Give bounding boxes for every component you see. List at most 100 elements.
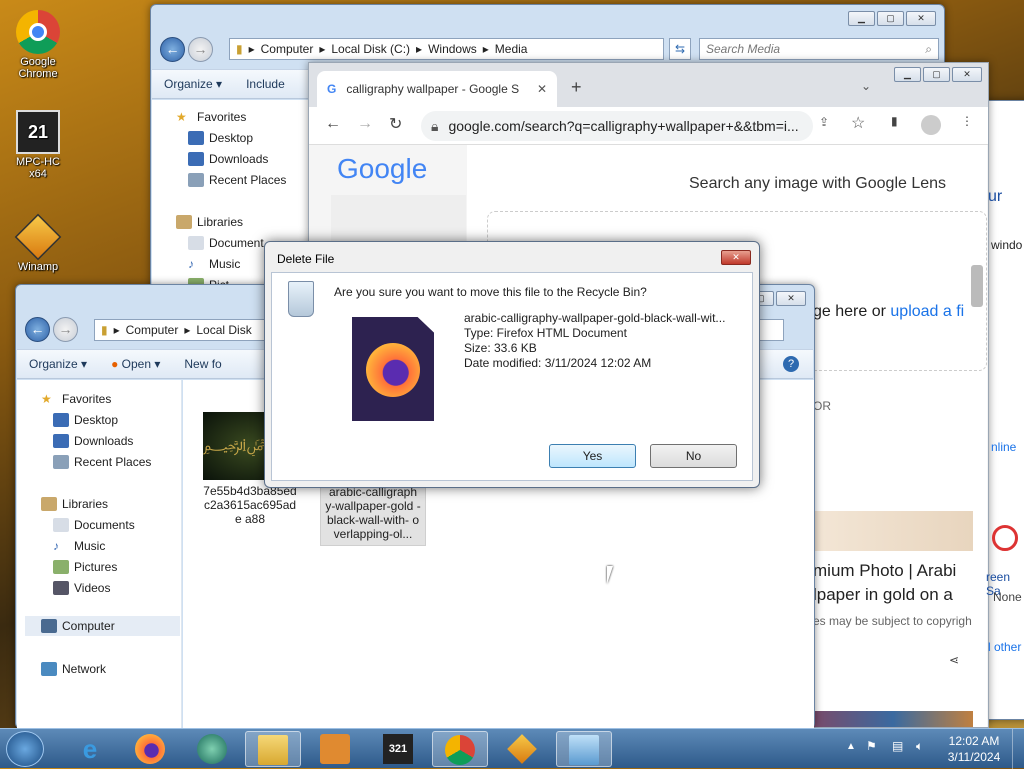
share-icon[interactable]: ⇪ [819, 115, 829, 129]
chevron-right-icon: ▸ [184, 323, 191, 337]
bookmark-star-icon[interactable]: ☆ [851, 113, 865, 133]
nav-libraries[interactable]: Libraries [41, 497, 108, 511]
back-button[interactable]: ← [25, 317, 50, 342]
new-tab-button[interactable]: + [571, 77, 582, 98]
taskbar-mpc-hc[interactable]: 321 [370, 731, 426, 767]
tab-close-icon[interactable]: ✕ [537, 82, 547, 96]
scrollbar[interactable] [971, 265, 983, 307]
or-divider: OR [813, 399, 831, 413]
organize-button[interactable]: Organize ▾ [17, 357, 99, 371]
close-button[interactable]: ✕ [776, 291, 806, 306]
libraries-icon [41, 497, 57, 511]
address-bar[interactable]: ▮ ▸ Computer ▸ Local Disk (C:) ▸ Windows… [229, 38, 664, 60]
result-title[interactable]: mium Photo | Arabi lpaper in gold on a [813, 559, 956, 607]
computer-icon [41, 619, 57, 633]
chrome-tab[interactable]: G calligraphy wallpaper - Google S ✕ [317, 71, 557, 107]
desktop-icon-chrome[interactable]: Google Chrome [6, 10, 70, 80]
start-button[interactable] [6, 731, 44, 767]
nav-documents[interactable]: Documents [53, 518, 135, 532]
clock[interactable]: 12:02 AM 3/11/2024 [944, 733, 1004, 765]
side-panel-icon[interactable]: ▮ [891, 114, 898, 128]
clock-date: 3/11/2024 [947, 750, 1001, 764]
forward-button[interactable]: → [53, 317, 78, 342]
menu-kebab-icon[interactable]: ⋮ [961, 114, 973, 128]
maximize-button[interactable]: ▢ [877, 11, 904, 26]
nav-downloads[interactable]: Downloads [188, 152, 268, 166]
reload-icon[interactable]: ↻ [389, 114, 402, 134]
organize-button[interactable]: Organize ▾ [152, 77, 234, 91]
result-image[interactable] [813, 511, 973, 551]
open-button[interactable]: ● Open ▾ [99, 357, 172, 371]
nav-videos[interactable]: Videos [53, 581, 110, 595]
nav-music[interactable]: ♪ Music [53, 539, 105, 553]
taskbar-winamp[interactable] [494, 731, 550, 767]
forward-button[interactable]: → [188, 37, 213, 62]
yes-button[interactable]: Yes [549, 444, 636, 468]
taskbar: e 321 ▲ ⚑ ▤ 🔈︎ 12:02 AM 3/11/2024 [0, 728, 1024, 769]
volume-muted-icon[interactable]: 🔈︎ [916, 739, 923, 754]
no-button[interactable]: No [650, 444, 737, 468]
desktop-icon-winamp[interactable]: Winamp [6, 213, 70, 273]
back-button[interactable]: ← [160, 37, 185, 62]
chrome-close-button[interactable]: ✕ [952, 67, 982, 82]
result-image-2[interactable] [813, 711, 973, 727]
share-result-icon[interactable]: ⋖ [949, 653, 959, 667]
tab-search-button[interactable]: ⌄ [861, 79, 871, 93]
file-info-type: Type: Firefox HTML Document [464, 326, 627, 340]
breadcrumb-windows[interactable]: Windows [428, 42, 477, 56]
dialog-close-button[interactable]: ✕ [721, 250, 751, 265]
taskbar-firefox[interactable] [122, 731, 178, 767]
nav-favorites[interactable]: ★ Favorites [176, 110, 246, 124]
include-button[interactable]: Include [234, 77, 297, 91]
show-desktop-button[interactable] [1012, 729, 1024, 769]
desktop-icon-mpc-hc[interactable]: 21 MPC-HC x64 [6, 110, 70, 180]
nav-network[interactable]: Network [41, 662, 106, 676]
internet-explorer-icon: e [82, 734, 98, 764]
search-input[interactable]: Search Media ⌕ [699, 38, 939, 60]
nav-pictures[interactable]: Pictures [53, 560, 117, 574]
taskbar-media-player[interactable] [307, 731, 363, 767]
nav-libraries[interactable]: Libraries [176, 215, 243, 229]
minimize-button[interactable]: ▁ [848, 11, 875, 26]
chrome-maximize-button[interactable]: ▢ [923, 67, 950, 82]
new-folder-button[interactable]: New fo [172, 357, 233, 371]
nav-music[interactable]: ♪ Music [188, 257, 240, 271]
nav-recent-places[interactable]: Recent Places [53, 455, 151, 469]
forward-icon[interactable]: → [357, 115, 373, 133]
chrome-minimize-button[interactable]: ▁ [894, 67, 921, 82]
breadcrumb-media[interactable]: Media [495, 42, 528, 56]
recent-places-icon [188, 173, 204, 187]
nav-favorites[interactable]: ★ Favorites [41, 392, 111, 406]
taskbar-control-panel[interactable] [556, 731, 612, 767]
tray-show-hidden-icon[interactable]: ▲ [846, 741, 856, 752]
nav-desktop[interactable]: Desktop [53, 413, 118, 427]
breadcrumb-computer[interactable]: Computer [261, 42, 314, 56]
nav-recent-places[interactable]: Recent Places [188, 173, 286, 187]
back-icon[interactable]: ← [325, 115, 341, 133]
network-tray-icon[interactable]: ▤ [892, 739, 903, 753]
breadcrumb-computer[interactable]: Computer [126, 323, 179, 337]
chrome-toolbar: ← → ↻ 🔒︎ google.com/search?q=calligraphy… [309, 107, 988, 145]
action-center-flag-icon[interactable]: ⚑ [866, 739, 877, 753]
nav-computer[interactable]: Computer [25, 616, 180, 636]
omnibox[interactable]: 🔒︎ google.com/search?q=calligraphy+wallp… [421, 111, 813, 141]
nav-documents[interactable]: Document [188, 236, 264, 250]
taskbar-explorer[interactable] [245, 731, 301, 767]
star-icon: ★ [176, 110, 187, 124]
lens-upload-text: ge here or upload a fi [813, 303, 965, 320]
upload-link[interactable]: upload a fi [890, 303, 964, 320]
nav-desktop[interactable]: Desktop [188, 131, 253, 145]
nav-downloads[interactable]: Downloads [53, 434, 133, 448]
breadcrumb-local-disk[interactable]: Local Disk [196, 323, 251, 337]
music-icon: ♪ [53, 539, 59, 553]
help-icon[interactable]: ? [783, 356, 799, 372]
side-text-5: None [993, 590, 1022, 604]
taskbar-media-app[interactable] [184, 731, 240, 767]
profile-avatar[interactable] [921, 115, 941, 135]
close-button[interactable]: ✕ [906, 11, 936, 26]
taskbar-chrome[interactable] [432, 731, 488, 767]
taskbar-ie[interactable]: e [62, 731, 118, 767]
refresh-button[interactable]: ⇆ [669, 38, 691, 60]
breadcrumb-local-disk[interactable]: Local Disk (C:) [331, 42, 410, 56]
dialog-title: Delete File [277, 252, 335, 266]
